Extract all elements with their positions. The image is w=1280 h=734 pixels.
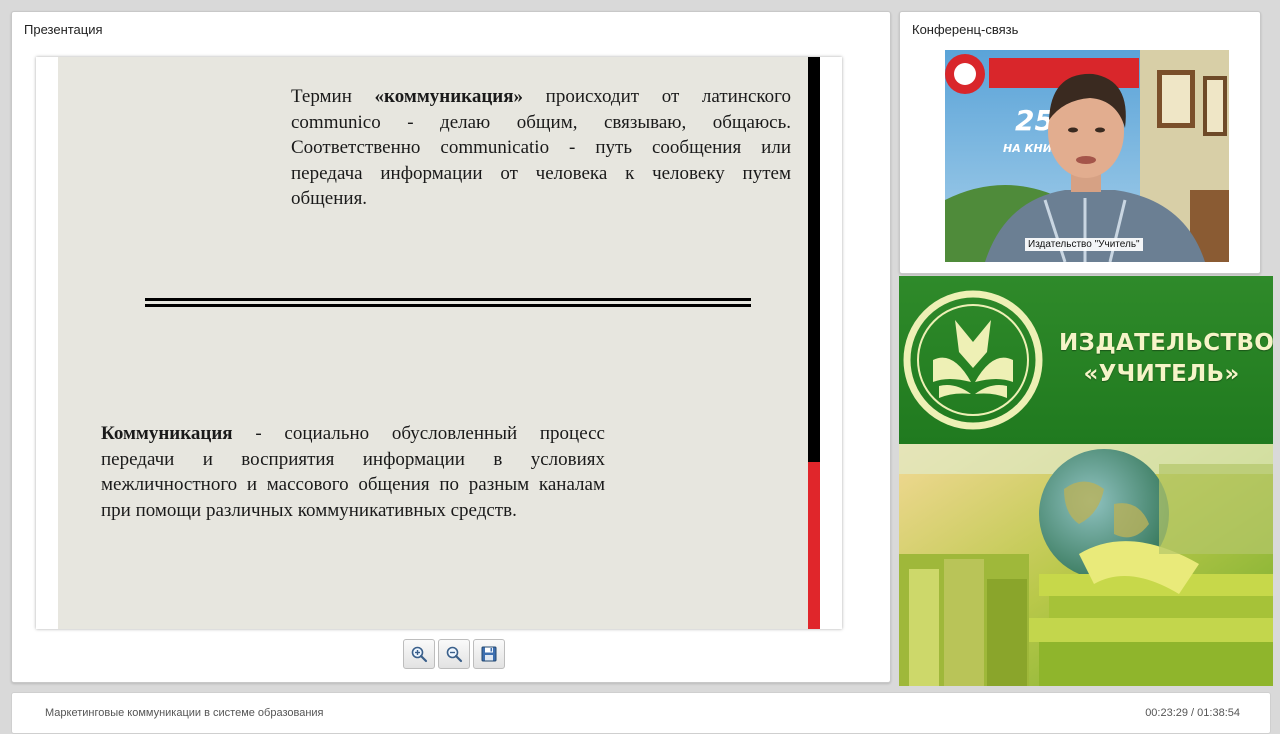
slide-double-divider — [145, 298, 751, 307]
presentation-toolbar — [403, 639, 505, 669]
slide-black-bar — [808, 57, 820, 462]
publisher-logo-icon — [903, 290, 1043, 430]
save-icon — [481, 646, 497, 662]
player-footer: Маркетинговые коммуникации в системе обр… — [11, 692, 1271, 734]
presentation-panel-title: Презентация — [24, 22, 103, 37]
zoom-out-icon — [446, 646, 463, 663]
term-bold: «коммуникация» — [374, 86, 523, 107]
publisher-name: ИЗДАТЕЛЬСТВО «УЧИТЕЛЬ» — [1059, 328, 1273, 390]
playback-time: 00:23:29 / 01:38:54 — [1145, 707, 1240, 719]
branding-books-image — [899, 444, 1273, 686]
speaker-video-image: 25 ЛЕ НА КНИЖНОМ — [945, 50, 1229, 262]
branding-header: ИЗДАТЕЛЬСТВО «УЧИТЕЛЬ» — [899, 276, 1273, 444]
slide-term-paragraph: Термин «коммуникация» происходит от лати… — [291, 84, 791, 212]
lecture-title: Маркетинговые коммуникации в системе обр… — [45, 707, 324, 719]
books-globe-image — [899, 444, 1273, 686]
presentation-panel: Презентация Термин «коммуникация» происх… — [11, 11, 891, 683]
zoom-in-button[interactable] — [403, 639, 435, 669]
definition-bold: Коммуникация — [101, 423, 233, 444]
conference-panel: Конференц-связь 25 ЛЕ НА КНИЖНОМ — [899, 11, 1261, 274]
publisher-branding: ИЗДАТЕЛЬСТВО «УЧИТЕЛЬ» — [899, 276, 1273, 686]
zoom-in-icon — [411, 646, 428, 663]
slide-definition-paragraph: Коммуникация - социально обусловленный п… — [101, 421, 605, 523]
slide-red-bar — [808, 462, 820, 629]
video-caption: Издательство "Учитель" — [1025, 238, 1143, 251]
zoom-out-button[interactable] — [438, 639, 470, 669]
save-button[interactable] — [473, 639, 505, 669]
conference-panel-title: Конференц-связь — [912, 22, 1019, 37]
publisher-name-line2: «УЧИТЕЛЬ» — [1083, 361, 1240, 387]
video-feed[interactable]: 25 ЛЕ НА КНИЖНОМ Издательство "Учитель" — [945, 50, 1229, 262]
term-prefix: Термин — [291, 86, 375, 107]
publisher-name-line1: ИЗДАТЕЛЬСТВО — [1059, 330, 1273, 356]
presentation-slide: Термин «коммуникация» происходит от лати… — [36, 57, 842, 629]
